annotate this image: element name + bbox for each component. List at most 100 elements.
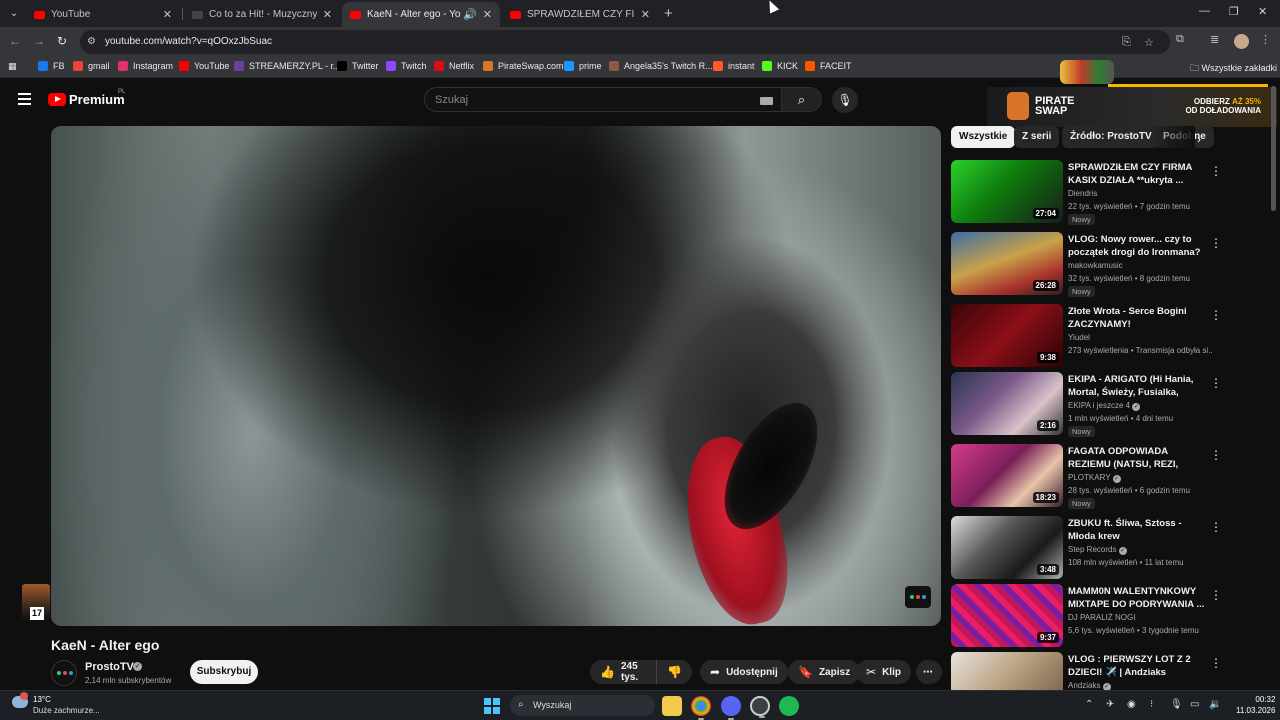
youtube-premium-wordmark[interactable]: Premium	[69, 92, 125, 107]
more-vertical-icon[interactable]: ⋮	[1210, 164, 1222, 178]
site-info-icon[interactable]: ⚙	[87, 36, 96, 47]
bookmark-netflix[interactable]: Netflix	[434, 61, 474, 71]
recommendation-title[interactable]: Złote Wrota - Serce Bogini ZACZYNAMY!	[1068, 305, 1208, 331]
more-vertical-icon[interactable]: ⋮	[1210, 656, 1222, 670]
url-text[interactable]: youtube.com/watch?v=qOOxzJbSuac	[105, 36, 272, 47]
file-explorer-icon[interactable]	[662, 696, 682, 716]
more-actions-button[interactable]: ⋯	[916, 660, 942, 684]
close-tab-icon[interactable]: ✕	[323, 8, 332, 21]
tab-youtube[interactable]: YouTube ✕	[26, 2, 180, 27]
recommendation-channel[interactable]: Diendris	[1068, 189, 1097, 198]
search-button[interactable]: ⌕	[782, 87, 822, 112]
bookmark-streamerzy[interactable]: STREAMERZY.PL - r...	[234, 61, 341, 71]
discord-icon[interactable]	[721, 696, 741, 720]
video-thumbnail[interactable]: 27:04	[951, 160, 1063, 223]
apps-grid-icon[interactable]: ▦	[8, 61, 17, 72]
recommendation-item[interactable]: 3:48 ZBUKU ft. Śliwa, Sztoss - Młoda krew…	[951, 516, 1271, 580]
taskbar-clock[interactable]: 00:32 11.03.2026	[1236, 694, 1275, 716]
network-icon[interactable]: ▭	[1190, 699, 1199, 710]
bookmark-prime[interactable]: prime	[564, 61, 602, 71]
video-thumbnail[interactable]: 9:37	[951, 584, 1063, 647]
chrome-icon[interactable]	[691, 696, 711, 720]
voice-search-mic-icon[interactable]: 🎙	[832, 87, 858, 113]
more-vertical-icon[interactable]: ⋮	[1210, 588, 1222, 602]
window-close-icon[interactable]: ✕	[1258, 5, 1267, 18]
chevron-right-icon[interactable]: ›	[1197, 132, 1201, 146]
spotify-icon[interactable]	[779, 696, 799, 716]
subscribe-button[interactable]: Subskrybuj	[190, 660, 258, 684]
profile-avatar[interactable]	[1234, 34, 1249, 49]
bookmark-pirateswap[interactable]: PirateSwap.com	[483, 61, 564, 71]
taskbar-search-input[interactable]: ⌕ Wyszukaj	[510, 695, 655, 716]
chip-source[interactable]: Źródło: ProstoTV	[1062, 126, 1160, 148]
channel-name[interactable]: ProstoTV	[85, 661, 134, 673]
tray-overflow-chevron-icon[interactable]: ⌃	[1085, 699, 1093, 710]
extensions-puzzle-icon[interactable]: ⧉	[1176, 33, 1184, 46]
recommendation-title[interactable]: ZBUKU ft. Śliwa, Sztoss - Młoda krew	[1068, 517, 1208, 543]
weather-condition[interactable]: Duże zachmurze...	[33, 706, 100, 715]
bookmark-faceit[interactable]: FACEIT	[805, 61, 852, 71]
dislike-button[interactable]: 👎	[657, 665, 692, 679]
recommendation-title[interactable]: FAGATA ODPOWIADA REZIEMU (NATSU, REZI, R…	[1068, 445, 1208, 471]
restore-icon[interactable]: ❐	[1229, 5, 1239, 18]
bookmark-twitter[interactable]: Twitter	[337, 61, 379, 71]
close-tab-icon[interactable]: ✕	[163, 8, 172, 21]
video-player[interactable]	[51, 126, 941, 626]
recommendation-title[interactable]: EKIPA - ARIGATO (Hi Hania, Mortal, Śwież…	[1068, 373, 1208, 399]
share-button[interactable]: ➦ Udostępnij	[700, 660, 788, 684]
pirateswap-ad-banner[interactable]: PIRATE SWAP ODBIERZ AŻ 35% OD DOŁADOWANIA	[987, 87, 1277, 127]
kebab-menu-icon[interactable]: ⋮	[1260, 33, 1271, 46]
reading-list-icon[interactable]: ≣	[1210, 33, 1219, 46]
bookmark-angela35[interactable]: Angela35's Twitch R...	[609, 61, 713, 71]
hamburger-menu-icon[interactable]	[18, 93, 31, 108]
more-vertical-icon[interactable]: ⋮	[1210, 376, 1222, 390]
bookmark-gmail[interactable]: gmail	[73, 61, 110, 71]
recommendation-item[interactable]: 2:16 EKIPA - ARIGATO (Hi Hania, Mortal, Ś…	[951, 372, 1271, 437]
bookmark-star-icon[interactable]: ☆	[1144, 36, 1154, 49]
windows-start-icon[interactable]	[484, 698, 500, 714]
volume-icon[interactable]: 🔉	[1209, 699, 1221, 710]
weather-cloud-icon[interactable]	[12, 692, 28, 708]
keyboard-icon[interactable]	[760, 97, 773, 105]
forward-arrow-icon[interactable]: →	[33, 34, 45, 48]
close-tab-icon[interactable]: ✕	[483, 8, 492, 21]
recommendation-title[interactable]: MAMM0N WALENTYNKOWY MIXTAPE DO PODRYWANI…	[1068, 585, 1208, 611]
recommendation-channel[interactable]: Step Records ✓	[1068, 545, 1127, 555]
video-thumbnail[interactable]: 9:38	[951, 304, 1063, 367]
microphone-icon[interactable]: 🎙	[1170, 699, 1183, 710]
more-vertical-icon[interactable]: ⋮	[1210, 520, 1222, 534]
more-vertical-icon[interactable]: ⋮	[1210, 236, 1222, 250]
recommendation-item[interactable]: 9:37 MAMM0N WALENTYNKOWY MIXTAPE DO PODRY…	[951, 584, 1271, 648]
tab-sprawdzilem[interactable]: SPRAWDZIŁEM CZY FIRMA KAS ✕	[502, 2, 658, 27]
bookmark-fb[interactable]: FB	[38, 61, 65, 71]
recommendation-item[interactable]: 27:04 SPRAWDZIŁEM CZY FIRMA KASIX DZIAŁA …	[951, 160, 1271, 225]
speaker-icon[interactable]: 🔊	[463, 8, 477, 21]
bookmark-twitch[interactable]: Twitch	[386, 61, 427, 71]
recommendation-channel[interactable]: PLOTKARY ✓	[1068, 473, 1121, 483]
more-vertical-icon[interactable]: ⋮	[1210, 448, 1222, 462]
recommendation-item[interactable]: 26:28 VLOG: Nowy rower... czy to początek…	[951, 232, 1271, 297]
close-tab-icon[interactable]: ✕	[641, 8, 650, 21]
chip-series[interactable]: Z serii	[1014, 126, 1060, 148]
page-scrollbar[interactable]	[1271, 86, 1276, 211]
tray-app-icon[interactable]: ✈	[1106, 699, 1114, 710]
bookmark-instagram[interactable]: Instagram	[118, 61, 173, 71]
bookmark-youtube[interactable]: YouTube	[179, 61, 229, 71]
tray-discord-icon[interactable]: ◉	[1127, 699, 1136, 710]
recommendation-channel[interactable]: Yiudel	[1068, 333, 1090, 342]
recommendation-channel[interactable]: EKIPA i jeszcze 4 ✓	[1068, 401, 1141, 411]
weather-temperature[interactable]: 13°C	[33, 695, 51, 704]
recommendation-title[interactable]: VLOG: Nowy rower... czy to początek drog…	[1068, 233, 1208, 259]
video-thumbnail[interactable]: 3:48	[951, 516, 1063, 579]
youtube-logo-icon[interactable]	[48, 93, 66, 106]
all-bookmarks-folder[interactable]: 🗀 Wszystkie zakładki	[1190, 61, 1277, 77]
tab-kaen-alter-ego[interactable]: KaeN - Alter ego - YouTube 🔊 ✕	[342, 2, 500, 27]
tray-misc-icon[interactable]: ⁝	[1150, 699, 1153, 710]
tab-search-chevron-icon[interactable]: ⌄	[5, 5, 23, 23]
install-app-icon[interactable]: ⎘	[1122, 36, 1131, 49]
back-arrow-icon[interactable]: ←	[9, 34, 21, 48]
video-thumbnail[interactable]: 2:16	[951, 372, 1063, 435]
recommendation-channel[interactable]: makowkamusic	[1068, 261, 1123, 270]
video-thumbnail[interactable]: 26:28	[951, 232, 1063, 295]
new-tab-plus-icon[interactable]: +	[664, 5, 673, 22]
